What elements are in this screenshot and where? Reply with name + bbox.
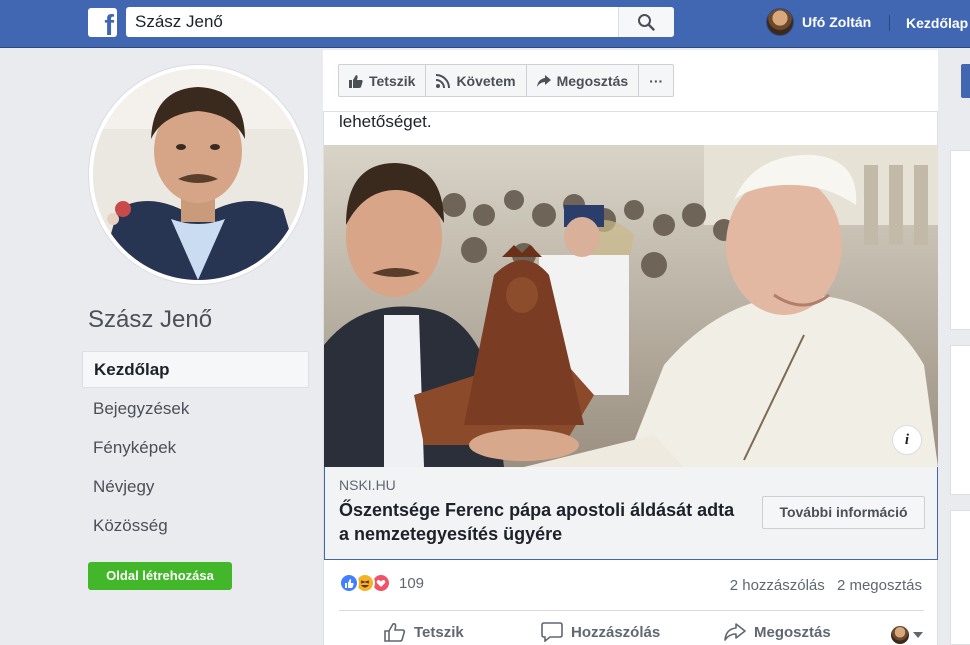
page-share-label: Megosztás (556, 72, 629, 89)
search-button[interactable] (618, 7, 674, 37)
page-profile-picture[interactable] (88, 64, 309, 285)
share-arrow-icon (536, 74, 551, 87)
right-column-blue-button[interactable] (961, 64, 970, 98)
comment-icon (541, 622, 563, 642)
page-action-bar: Tetszik Követem Megosztás ··· (323, 50, 938, 112)
right-column-card (950, 345, 970, 495)
page-navigation: Kezdőlap Bejegyzések Fényképek Névjegy K… (82, 351, 309, 546)
comment-count[interactable]: 2 hozzászólás (730, 577, 825, 594)
post-like-label: Tetszik (414, 623, 464, 641)
nav-item-home[interactable]: Kezdőlap (82, 351, 309, 388)
link-domain: NSKI.HU (339, 477, 396, 493)
like-reaction-icon (339, 573, 359, 593)
post-comment-label: Hozzászólás (571, 623, 661, 641)
thumbs-up-icon (349, 74, 363, 88)
page-title: Szász Jenő (88, 306, 213, 333)
facebook-logo-icon[interactable]: f (88, 8, 117, 41)
more-dots-icon: ··· (649, 72, 664, 89)
home-link[interactable]: Kezdőlap (906, 15, 968, 31)
right-column-card (950, 510, 970, 645)
thumbs-up-icon (384, 623, 406, 642)
nav-item-about[interactable]: Névjegy (82, 468, 309, 507)
top-navigation-bar: f Szász Jenő Ufó Zoltán Kezdőlap (0, 0, 970, 48)
chevron-down-icon (913, 632, 923, 638)
more-info-button[interactable]: További információ (762, 496, 925, 529)
page-share-button[interactable]: Megosztás (527, 65, 640, 96)
user-name: Ufó Zoltán (802, 14, 872, 30)
nav-item-posts[interactable]: Bejegyzések (82, 390, 309, 429)
post-action-bar: Tetszik Hozzászólás Megosztás (339, 622, 924, 645)
page-more-button[interactable]: ··· (639, 65, 673, 96)
reaction-count: 109 (399, 574, 425, 592)
page-follow-label: Követem (456, 72, 516, 89)
user-avatar (766, 8, 794, 36)
post-text: lehetőséget. (339, 112, 432, 131)
share-count[interactable]: 2 megosztás (837, 577, 922, 594)
share-as-selector[interactable] (891, 626, 923, 644)
post-share-button[interactable]: Megosztás (724, 622, 831, 642)
post-comment-button[interactable]: Hozzászólás (541, 622, 660, 642)
profile-photo (93, 69, 304, 280)
link-title[interactable]: Őszentsége Ferenc pápa apostoli áldását … (339, 498, 749, 546)
page-action-group: Tetszik Követem Megosztás ··· (338, 64, 675, 97)
page-like-button[interactable]: Tetszik (339, 65, 427, 96)
reaction-summary[interactable]: 109 (339, 573, 424, 593)
page-follow-button[interactable]: Követem (426, 65, 527, 96)
create-page-button[interactable]: Oldal létrehozása (88, 562, 232, 590)
profile-photo-illustration (93, 69, 304, 280)
rss-follow-icon (436, 73, 451, 88)
post-photo-illustration (324, 145, 938, 467)
link-preview[interactable]: NSKI.HU Őszentsége Ferenc pápa apostoli … (324, 467, 938, 560)
nav-item-photos[interactable]: Fényképek (82, 429, 309, 468)
info-icon[interactable]: i (892, 425, 922, 455)
profile-shortcut[interactable]: Ufó Zoltán (766, 7, 871, 37)
post-card: lehetőséget. i NSKI.HU Őszentsége Ferenc… (323, 112, 938, 645)
share-as-avatar (891, 626, 909, 644)
post-like-button[interactable]: Tetszik (384, 622, 464, 642)
right-column-card (950, 150, 970, 330)
page-like-label: Tetszik (369, 72, 416, 89)
post-link-image[interactable]: i (324, 145, 938, 467)
search-input[interactable]: Szász Jenő (126, 7, 674, 37)
topbar-divider (889, 15, 890, 31)
post-share-label: Megosztás (754, 623, 831, 641)
post-stats: 2 hozzászólás 2 megosztás (730, 577, 922, 594)
post-divider (339, 610, 924, 611)
search-icon (638, 14, 655, 31)
search-input-value: Szász Jenő (135, 12, 223, 31)
nav-item-community[interactable]: Közösség (82, 507, 309, 546)
share-arrow-icon (724, 623, 746, 641)
